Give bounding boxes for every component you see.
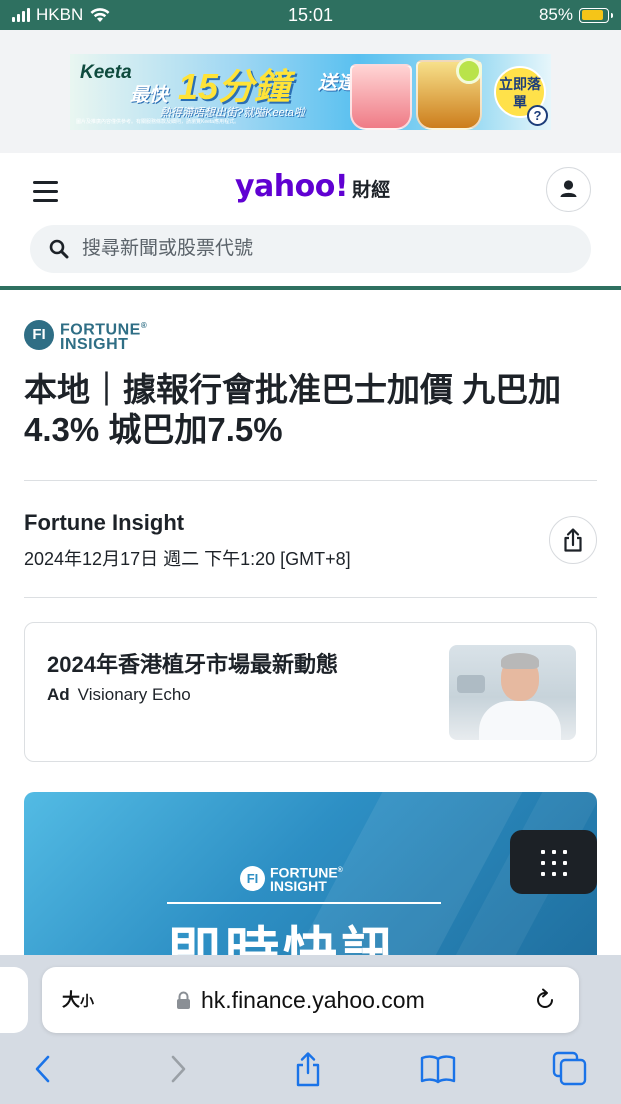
banner-fine-print: 圖片及推廣內容僅供參考。有關服務條款及細則，請瀏覽Keeta應用程式。 (76, 119, 240, 125)
doctor-coat-shape (479, 701, 561, 740)
article-headline: 本地｜據報行會批准巴士加價 九巴加4.3% 城巴加7.5% (24, 371, 562, 448)
battery-level (581, 10, 603, 20)
sponsored-meta: Ad Visionary Echo (47, 685, 191, 705)
reload-icon[interactable] (532, 987, 558, 1013)
sponsored-title[interactable]: 2024年香港植牙市場最新動態 (47, 647, 338, 679)
text-size-small: 小 (80, 993, 94, 1009)
source-logo[interactable]: FI FORTUNE® INSIGHT (24, 318, 148, 354)
ad-label: Ad (47, 685, 70, 704)
hero-logo-text: FORTUNE® INSIGHT (270, 864, 343, 893)
site-header: yahoo! 財經 搜尋新聞或股票代號 (0, 153, 621, 286)
text-size-button[interactable]: 大小 (62, 967, 94, 1033)
banner-prefix: 最快 (130, 85, 169, 106)
share-icon[interactable] (290, 1051, 326, 1087)
banner-minutes: 15分鐘 (178, 66, 291, 107)
yahoo-finance-logo[interactable]: yahoo! 財經 (235, 169, 390, 204)
share-icon (563, 527, 582, 552)
browser-chrome: 大小 hk.finance.yahoo.com (0, 955, 621, 1104)
user-icon (560, 179, 576, 197)
hero-rule (167, 902, 441, 904)
drink-image (350, 64, 412, 130)
share-button[interactable] (549, 516, 597, 564)
fi-logo-line2: INSIGHT (60, 336, 129, 354)
advertiser-name: Visionary Echo (77, 685, 191, 704)
top-ad-area: Keeta 最快 15分鐘 送達 熱得滯唔想出街?就嗌Keeta啦 圖片及推廣內… (0, 30, 621, 153)
text-size-large: 大 (62, 990, 80, 1010)
address-bar[interactable]: 大小 hk.finance.yahoo.com (42, 967, 579, 1033)
hero-title: 即時快訊 (167, 923, 399, 962)
hero-logo-reg: ® (337, 867, 343, 874)
url-text: hk.finance.yahoo.com (201, 986, 425, 1013)
dental-lamp-shape (457, 675, 485, 693)
lime-image (456, 58, 482, 84)
grid-menu-button[interactable] (510, 830, 597, 894)
doctor-hair-shape (501, 653, 539, 669)
sponsored-card[interactable]: 2024年香港植牙市場最新動態 Ad Visionary Echo (24, 622, 597, 762)
fi-logo-reg: ® (140, 321, 148, 330)
hero-logo-mark: FI (240, 865, 265, 891)
url-display[interactable]: hk.finance.yahoo.com (176, 967, 425, 1033)
hamburger-icon[interactable] (33, 181, 58, 202)
keeta-ad-banner[interactable]: Keeta 最快 15分鐘 送達 熱得滯唔想出街?就嗌Keeta啦 圖片及推廣內… (70, 54, 551, 130)
lock-icon (177, 991, 190, 1009)
ad-info-icon[interactable]: ? (527, 105, 548, 126)
chevron-left-icon[interactable] (26, 1051, 62, 1087)
hero-logo: FI FORTUNE® INSIGHT (240, 864, 343, 893)
battery-percent: 85% (538, 5, 573, 24)
fi-logo-mark: FI (24, 320, 54, 351)
search-icon (49, 239, 69, 259)
profile-button[interactable] (546, 167, 591, 212)
tabs-icon[interactable] (552, 1051, 588, 1087)
search-input[interactable]: 搜尋新聞或股票代號 (82, 225, 253, 273)
battery-icon (579, 7, 613, 23)
previous-tab-preview[interactable] (0, 967, 28, 1033)
hero-logo-line2: INSIGHT (270, 877, 327, 894)
status-bar: HKBN 15:01 85% (0, 0, 621, 30)
divider (24, 597, 597, 598)
sponsored-thumbnail[interactable] (449, 645, 576, 740)
clock: 15:01 (287, 5, 334, 25)
divider (24, 480, 597, 481)
status-right: 85% (538, 5, 613, 25)
banner-brand: Keeta (80, 62, 132, 83)
brand-word: yahoo! (235, 169, 349, 204)
brand-sub: 財經 (352, 180, 391, 201)
chevron-right-icon[interactable] (160, 1051, 196, 1087)
fi-logo-text: FORTUNE® INSIGHT (60, 318, 148, 354)
grid-icon (541, 850, 567, 876)
browser-toolbar (0, 1051, 621, 1091)
search-bar[interactable]: 搜尋新聞或股票代號 (30, 225, 591, 273)
header-divider (0, 286, 621, 290)
article-author[interactable]: Fortune Insight (24, 510, 184, 536)
book-icon[interactable] (420, 1051, 456, 1087)
article-datetime: 2024年12月17日 週二 下午1:20 [GMT+8] (24, 549, 351, 569)
